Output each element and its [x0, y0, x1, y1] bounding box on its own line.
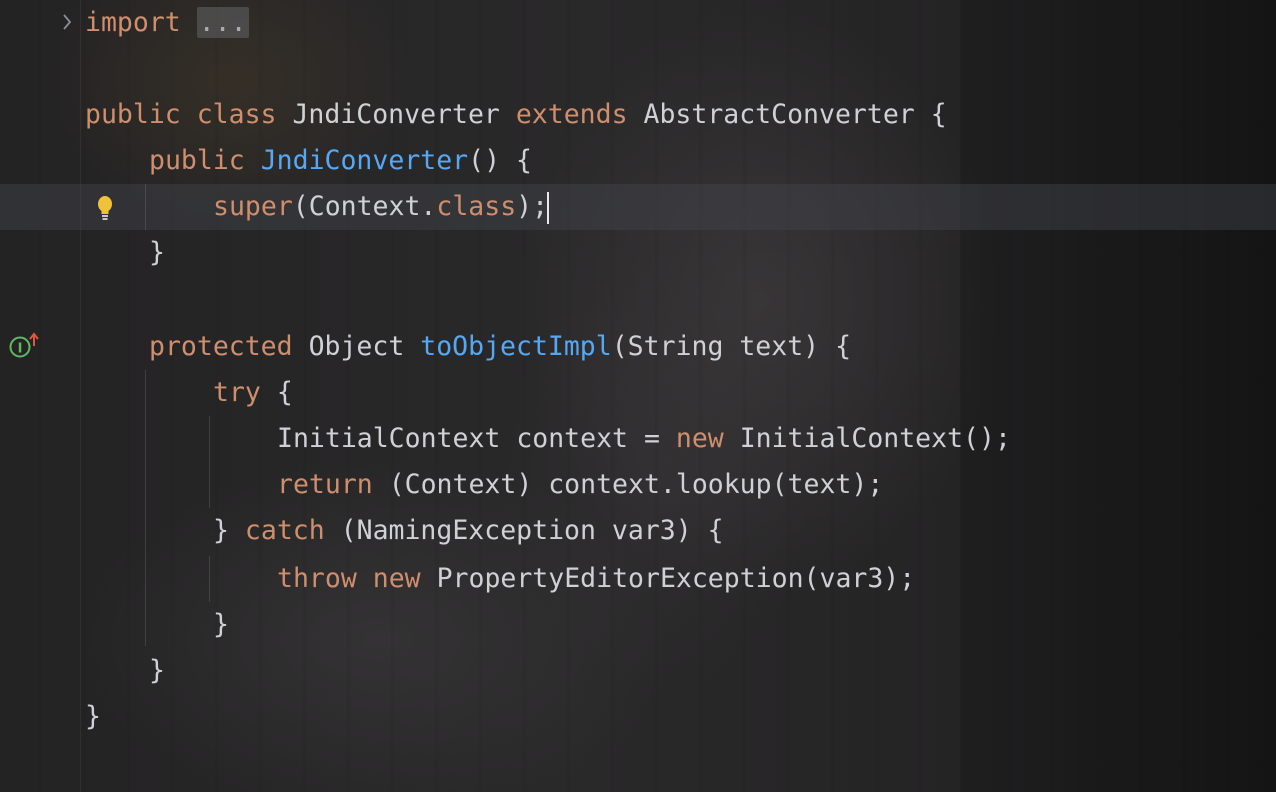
code-line-close-catch[interactable]: } — [213, 602, 229, 648]
code-line-initial-context[interactable]: InitialContext context = new InitialCont… — [277, 416, 1011, 462]
keyword: import — [85, 7, 181, 38]
svg-text:I: I — [18, 342, 23, 357]
text-caret — [547, 192, 549, 224]
keyword: public — [149, 145, 245, 176]
indent-guide — [209, 556, 210, 602]
code-text: (Context) context.lookup(text); — [372, 469, 884, 500]
brace: } — [149, 237, 165, 268]
keyword: catch — [244, 515, 325, 546]
gutter-border — [80, 0, 81, 792]
current-line-highlight — [0, 184, 1276, 230]
keyword: protected — [149, 331, 293, 362]
class-name: JndiConverter — [292, 99, 500, 130]
code-text: InitialContext context = — [277, 423, 676, 454]
keyword: public — [85, 99, 181, 130]
parent-class-name: AbstractConverter — [643, 99, 915, 130]
code-line-import[interactable]: import ... — [85, 0, 249, 46]
folded-imports[interactable]: ... — [196, 7, 249, 38]
indent-guide — [145, 184, 146, 230]
brace: } — [213, 609, 229, 640]
code-line-try[interactable]: try { — [213, 370, 293, 416]
brace: } — [85, 701, 101, 732]
keyword: new — [372, 563, 421, 594]
constructor-name: JndiConverter — [260, 145, 469, 176]
code-line-return[interactable]: return (Context) context.lookup(text); — [277, 462, 883, 508]
code-text: ); — [516, 191, 549, 222]
keyword: class — [196, 99, 277, 130]
code-text: InitialContext(); — [723, 423, 1011, 454]
keyword: new — [675, 423, 724, 454]
brace: { — [930, 99, 947, 130]
code-line-method-decl[interactable]: protected Object toObjectImpl(String tex… — [149, 324, 851, 370]
code-text: PropertyEditorException(var3); — [420, 563, 916, 594]
keyword: return — [277, 469, 373, 500]
code-text: (Context. — [292, 191, 437, 222]
lightbulb-icon[interactable] — [94, 194, 116, 222]
code-text: (NamingException var3) { — [324, 515, 724, 546]
code-line-super-call[interactable]: super(Context.class); — [213, 184, 548, 230]
brace: } — [149, 655, 165, 686]
code-text: { — [260, 377, 293, 408]
background-shade — [960, 0, 1276, 792]
keyword: extends — [515, 99, 628, 130]
code-text: (String text) { — [611, 331, 852, 362]
code-line-close-class[interactable]: } — [85, 694, 101, 740]
indent-guide — [209, 416, 210, 508]
chevron-right-icon[interactable] — [58, 8, 76, 36]
keyword: try — [213, 377, 261, 408]
code-line-close-method[interactable]: } — [149, 648, 165, 694]
code-text: () { — [468, 145, 532, 176]
implemented-method-icon[interactable]: I — [8, 332, 42, 360]
code-text: } — [213, 515, 245, 546]
method-name: toObjectImpl — [420, 331, 612, 362]
return-type: Object — [308, 331, 405, 362]
code-line-constructor[interactable]: public JndiConverter() { — [149, 138, 532, 184]
keyword: throw — [277, 563, 357, 594]
keyword: class — [436, 191, 517, 222]
code-line-close-brace[interactable]: } — [149, 230, 165, 276]
keyword: super — [213, 191, 293, 222]
code-line-catch[interactable]: } catch (NamingException var3) { — [213, 508, 724, 554]
indent-guide — [145, 370, 146, 646]
code-line-throw[interactable]: throw new PropertyEditorException(var3); — [277, 556, 915, 602]
code-line-class-decl[interactable]: public class JndiConverter extends Abstr… — [85, 92, 947, 138]
